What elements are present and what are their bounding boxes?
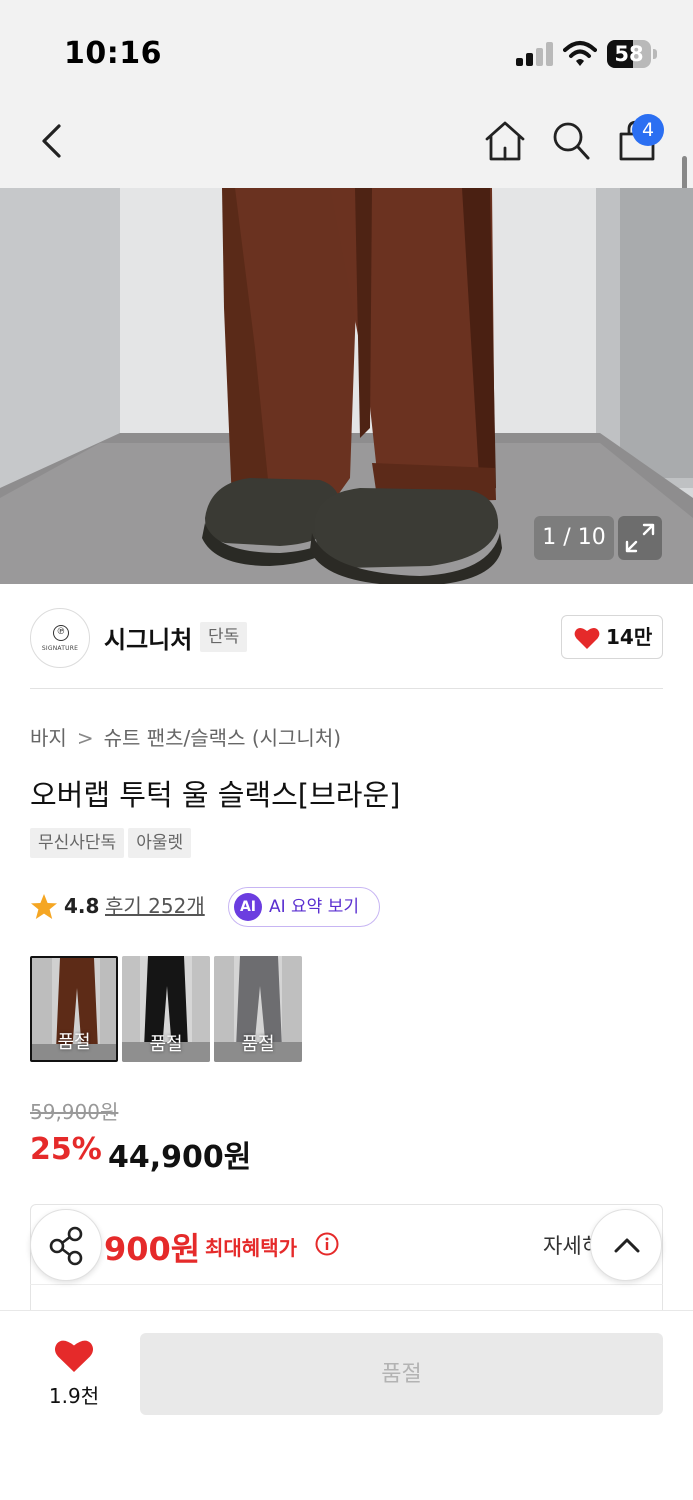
breadcrumb-subcategory[interactable]: 슈트 팬츠/슬랙스 (시그니처) <box>104 722 341 751</box>
divider <box>30 1284 663 1285</box>
top-nav-bar <box>0 100 693 188</box>
battery-percent: 58 <box>614 42 644 66</box>
breadcrumb-category[interactable]: 바지 <box>30 722 67 751</box>
brand-exclusive-tag: 단독 <box>200 622 248 652</box>
soldout-label: 품절 <box>241 1034 275 1055</box>
battery-icon: 58 <box>607 40 657 68</box>
home-icon[interactable] <box>482 118 528 164</box>
divider <box>30 688 663 689</box>
max-benefit-label: 최대혜택가 <box>205 1236 297 1260</box>
share-icon <box>49 1226 83 1266</box>
chevron-left-icon[interactable] <box>30 118 76 164</box>
status-time: 10:16 <box>64 36 162 71</box>
favorite-count: 1.9천 <box>48 1384 100 1408</box>
share-button[interactable] <box>30 1209 102 1281</box>
review-count-link[interactable]: 후기 252개 <box>105 892 205 920</box>
ai-summary-label: AI 요약 보기 <box>269 897 360 917</box>
max-benefit-amount: 900원 <box>104 1230 201 1268</box>
ai-icon: AI <box>234 893 262 921</box>
breadcrumb-separator: > <box>76 726 94 750</box>
purchase-button[interactable]: 품절 <box>140 1333 663 1415</box>
original-price: 59,900원 <box>30 1100 119 1124</box>
heart-icon <box>574 627 600 649</box>
brand-like-button[interactable]: 14만 <box>561 615 663 659</box>
brand-logo-mark: ℗ <box>53 625 69 641</box>
brand-logo[interactable]: ℗ SIGNATURE <box>30 608 90 668</box>
product-tag: 무신사단독 <box>30 828 125 858</box>
image-counter: 1 / 10 <box>534 516 614 560</box>
product-tag: 아울렛 <box>128 828 192 858</box>
color-option-black[interactable]: 품절 <box>122 956 210 1062</box>
status-bar: 10:16 58 <box>0 0 693 100</box>
brand-logo-text: SIGNATURE <box>41 645 79 652</box>
heart-icon[interactable] <box>54 1338 94 1374</box>
ai-summary-button[interactable]: AI AI 요약 보기 <box>228 887 380 927</box>
scroll-top-button[interactable] <box>590 1209 662 1281</box>
cellular-signal-icon <box>516 42 554 66</box>
sale-price: 44,900원 <box>108 1140 252 1175</box>
cart-count-badge: 4 <box>632 114 664 146</box>
chevron-up-icon <box>614 1238 640 1253</box>
rating-score: 4.8 <box>64 894 100 918</box>
color-option-brown[interactable]: 품절 <box>30 956 118 1062</box>
wifi-icon <box>563 41 597 66</box>
brand-like-count: 14만 <box>606 625 653 649</box>
color-option-gray[interactable]: 품절 <box>214 956 302 1062</box>
expand-icon[interactable] <box>618 516 662 560</box>
info-icon[interactable] <box>315 1232 339 1256</box>
breadcrumb: 바지 > 슈트 팬츠/슬랙스 (시그니처) <box>30 722 341 751</box>
product-tags: 무신사단독 아울렛 <box>30 828 195 858</box>
star-icon <box>31 894 57 919</box>
brand-name[interactable]: 시그니처 <box>104 620 192 655</box>
soldout-label: 품절 <box>149 1034 183 1055</box>
soldout-label: 품절 <box>57 1032 91 1053</box>
product-title: 오버랩 투턱 울 슬랙스[브라운] <box>30 778 401 812</box>
discount-rate: 25% <box>30 1132 102 1167</box>
search-icon[interactable] <box>548 118 594 164</box>
